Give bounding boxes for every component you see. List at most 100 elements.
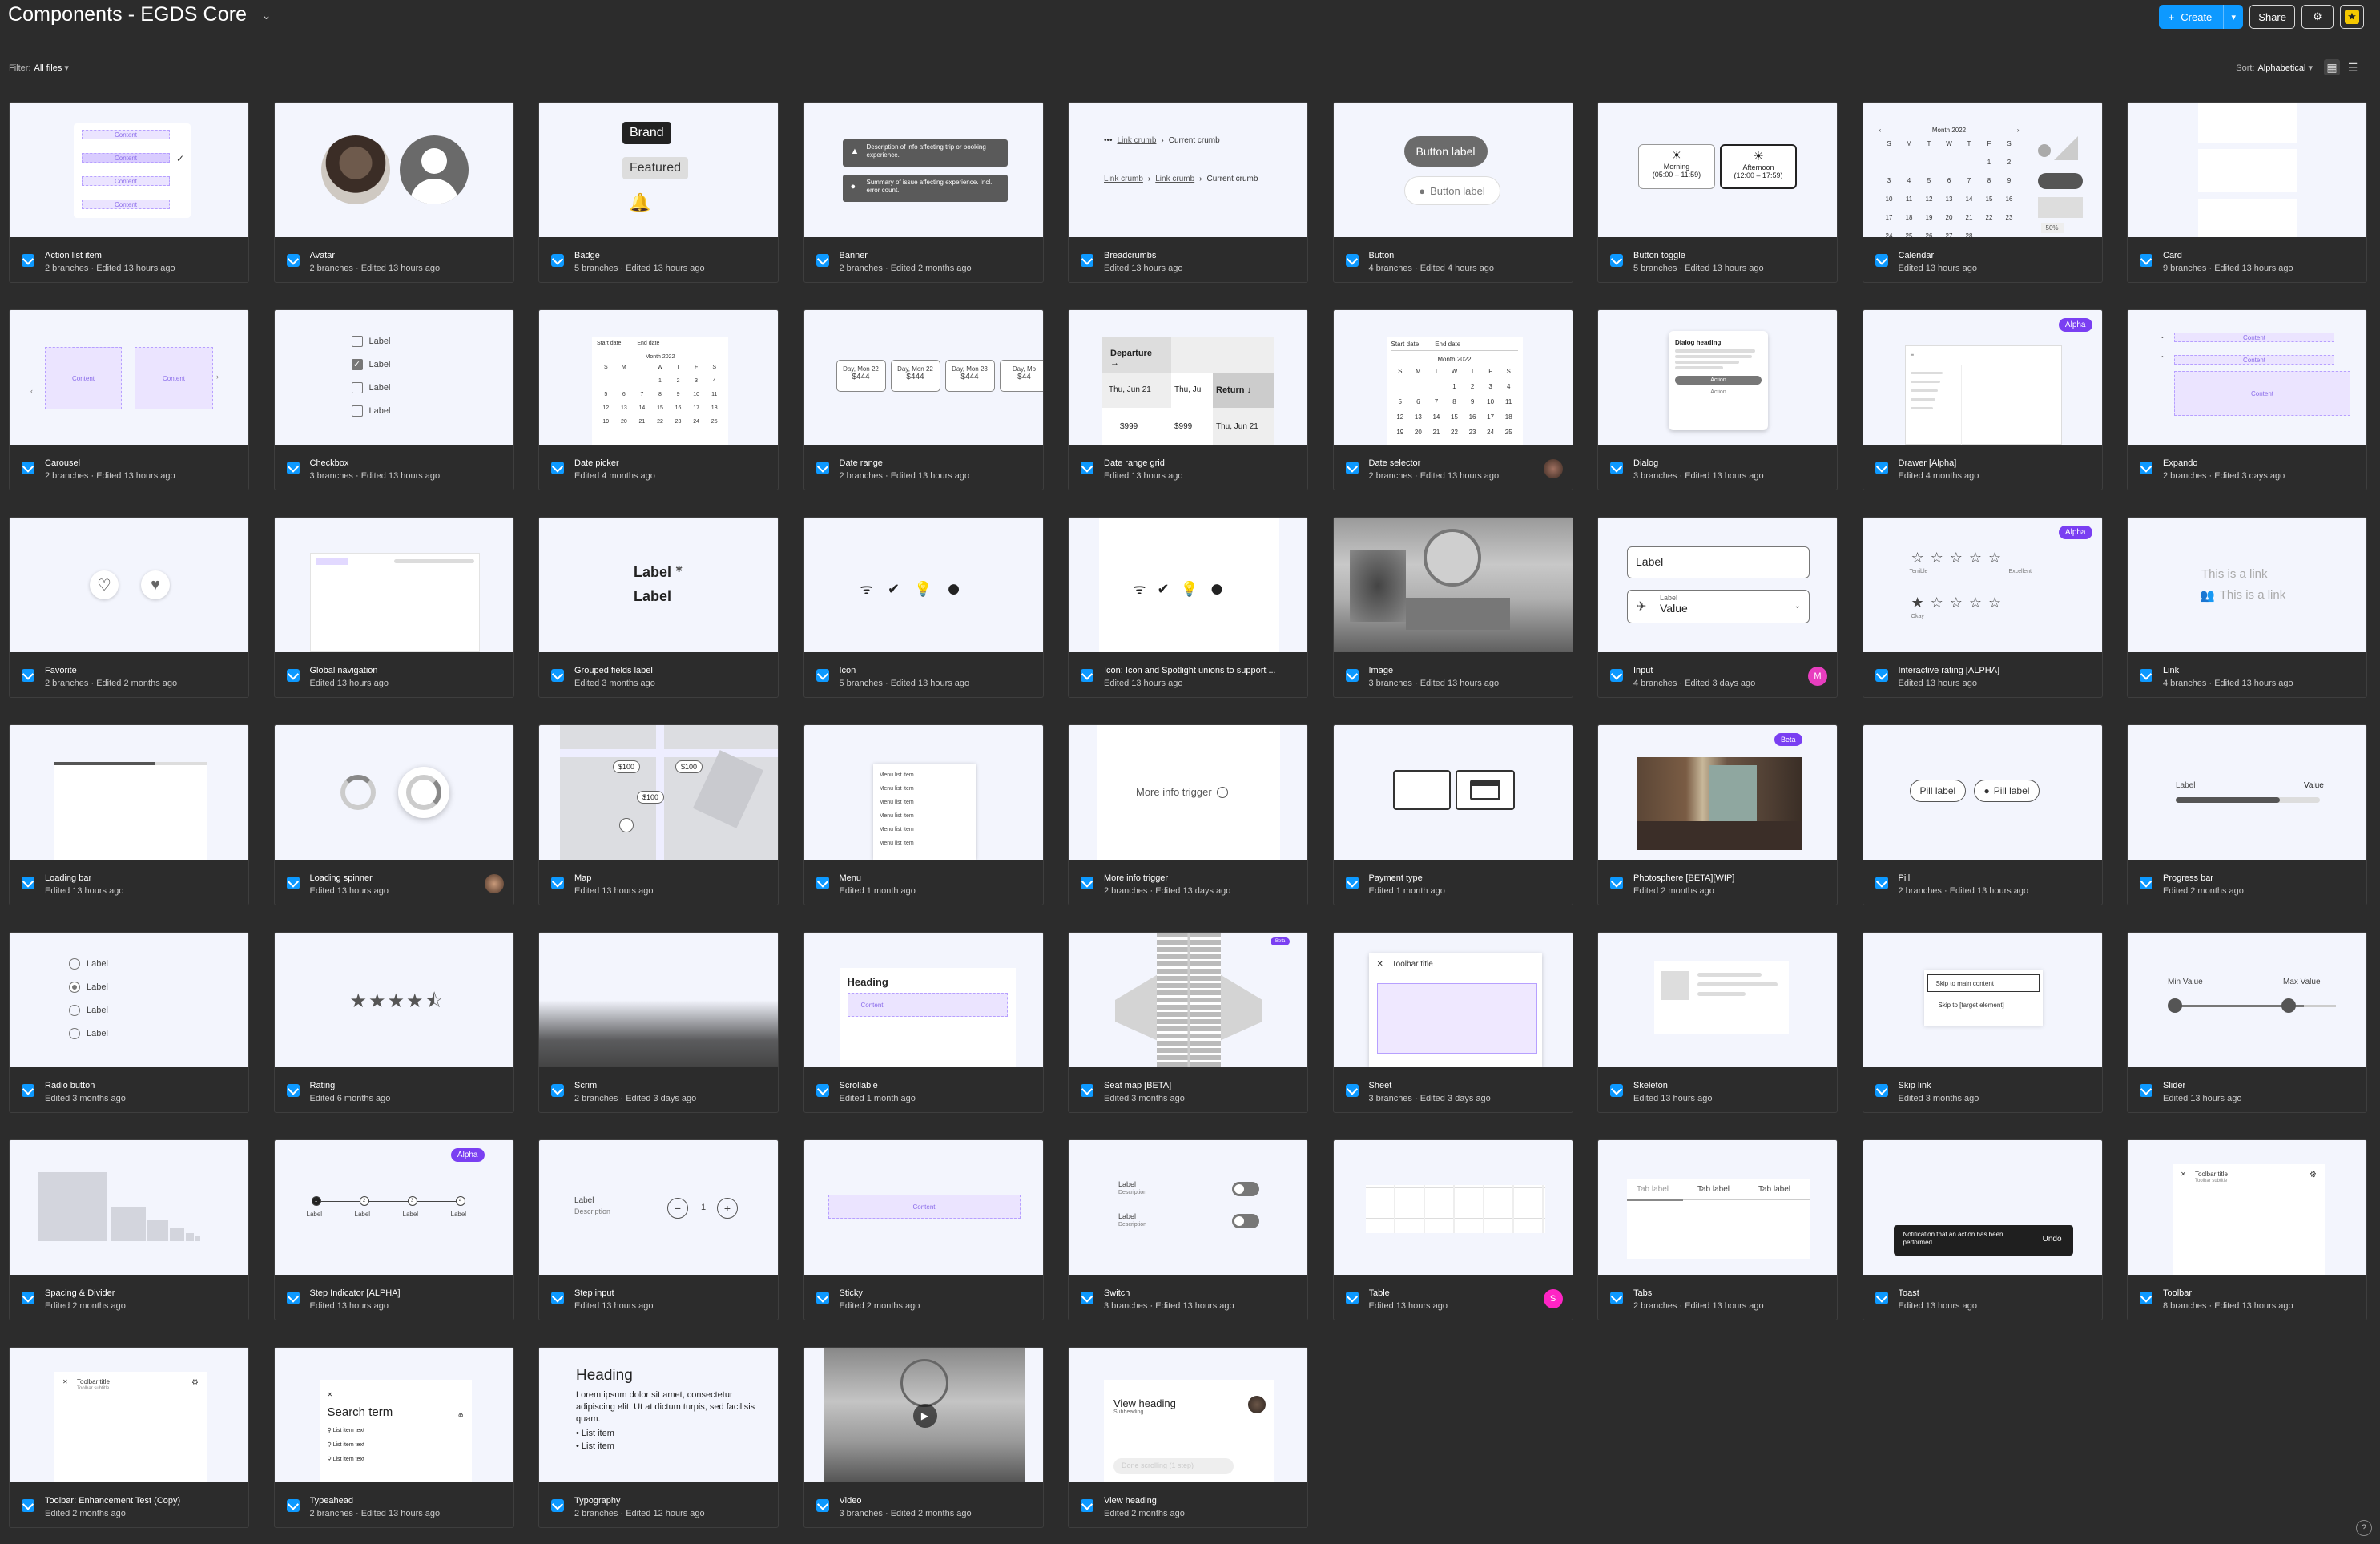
file-card[interactable]: Spacing & Divider Edited 2 months ago bbox=[9, 1139, 249, 1320]
file-card[interactable]: ••• Link crumb › Current crumb Link crumb… bbox=[1068, 102, 1308, 283]
file-card[interactable]: This is a link 👥 This is a link Link 4 bra… bbox=[2127, 517, 2367, 698]
chevron-down-icon[interactable]: ⌄ bbox=[261, 8, 272, 22]
sun-icon: ☀ bbox=[1671, 149, 1682, 163]
create-dropdown-icon[interactable]: ▾ bbox=[2224, 5, 2243, 29]
file-card[interactable]: ✕ Toolbar title Toolbar subtitle ⚙ Toolbar:… bbox=[9, 1347, 249, 1528]
create-button[interactable]: + Create ▾ bbox=[2158, 5, 2244, 29]
file-meta: Table Edited 13 hours ago S bbox=[1334, 1275, 1573, 1320]
file-card[interactable]: Global navigation Edited 13 hours ago bbox=[273, 517, 514, 698]
breadcrumb-link[interactable]: Link crumb bbox=[1118, 136, 1157, 145]
file-card[interactable]: » Payment type Edited 1 month ago bbox=[1332, 724, 1573, 905]
file-meta: Date range 2 branches · Edited 13 hours … bbox=[804, 445, 1043, 490]
file-card[interactable]: Table Edited 13 hours ago S bbox=[1332, 1139, 1573, 1320]
file-card[interactable]: Label Description − 1 + Step input Edited… bbox=[538, 1139, 779, 1320]
grid-view-icon[interactable]: ▦ bbox=[2324, 59, 2340, 75]
file-card[interactable]: ✕ Search term ⊗ ⚲ List item text ⚲ List item… bbox=[273, 1347, 514, 1528]
sort-control[interactable]: Sort: Alphabetical ▾ bbox=[2236, 62, 2313, 73]
file-card[interactable]: ✕ Toolbar title Toolbar subtitle ⚙ Toolbar … bbox=[2127, 1139, 2367, 1320]
sort-value[interactable]: Alphabetical bbox=[2257, 63, 2305, 73]
design-file-icon bbox=[1875, 669, 1888, 682]
file-card[interactable]: Brand Featured 🔔 Badge 5 branches · Edit… bbox=[538, 102, 779, 283]
file-card[interactable]: More info trigger i More info trigger 2 b… bbox=[1068, 724, 1308, 905]
favorite-star-button[interactable]: ★ bbox=[2340, 5, 2364, 29]
file-card[interactable]: Label Value Progress bar Edited 2 months … bbox=[2127, 724, 2367, 905]
file-card[interactable]: ▲ Description of info affecting trip or b… bbox=[803, 102, 1044, 283]
file-card[interactable]: Notification that an action has been per… bbox=[1862, 1139, 2103, 1320]
collaborator-avatar[interactable] bbox=[484, 874, 504, 893]
project-title[interactable]: Components - EGDS Core ⌄ bbox=[8, 3, 272, 26]
filter-value[interactable]: All files bbox=[34, 63, 62, 73]
file-card[interactable]: Min Value Max Value Slider Edited 13 hour… bbox=[2127, 932, 2367, 1113]
collaborator-avatar[interactable]: M bbox=[1808, 667, 1827, 686]
file-card[interactable]: Start date End date Month 2022 SMTWTFS123… bbox=[1332, 309, 1573, 490]
file-card[interactable]: Image 3 branches · Edited 13 hours ago bbox=[1332, 517, 1573, 698]
file-card[interactable]: Dialog heading Action Action Dialog 3 br… bbox=[1597, 309, 1838, 490]
list-view-icon[interactable]: ☰ bbox=[2345, 59, 2361, 75]
file-card[interactable]: Beta Photosphere [BETA][WIP] Edited 2 mo… bbox=[1597, 724, 1838, 905]
ellipsis-icon[interactable]: ••• bbox=[1104, 136, 1113, 145]
avatar-icon bbox=[1248, 1396, 1266, 1413]
file-card[interactable]: ⌄ Content ⌃ Content Content Expando 2 bran… bbox=[2127, 309, 2367, 490]
file-card[interactable]: Departure → Thu, Jun 21 Thu, Ju Return ↓… bbox=[1068, 309, 1308, 490]
file-card[interactable]: $100 $100 $100 ▣ Map Edited 13 hours ago bbox=[538, 724, 779, 905]
file-meta: Grouped fields label Edited 3 months ago bbox=[539, 652, 778, 697]
breadcrumb-link[interactable]: Link crumb bbox=[1104, 175, 1143, 183]
design-file-icon bbox=[22, 1499, 34, 1512]
file-card[interactable]: Label ✈ Label Value ⌄ Input 4 branches · Ed… bbox=[1597, 517, 1838, 698]
file-card[interactable]: Button label ● Button label Button 4 bran… bbox=[1332, 102, 1573, 283]
share-button[interactable]: Share bbox=[2249, 5, 2295, 29]
file-card[interactable]: Loading bar Edited 13 hours ago bbox=[9, 724, 249, 905]
file-card[interactable]: ᯤ ✔ 💡 ● Icon 5 branches · Edited 13 hours a… bbox=[803, 517, 1044, 698]
file-meta: Pill 2 branches · Edited 13 hours ago bbox=[1863, 860, 2102, 905]
file-card[interactable]: Skeleton Edited 13 hours ago bbox=[1597, 932, 1838, 1113]
file-card[interactable]: Tab label Tab label Tab label Tabs 2 branc… bbox=[1597, 1139, 1838, 1320]
file-card[interactable]: Alpha 1 Label 2 Label 3 Label 4 Label Step Indi… bbox=[273, 1139, 514, 1320]
settings-sliders-button[interactable]: ⚙ bbox=[2301, 5, 2334, 29]
design-file-icon bbox=[286, 254, 300, 267]
filter-control[interactable]: Filter: All files ▾ bbox=[9, 62, 69, 73]
file-subtitle: 5 branches · Edited 13 hours ago bbox=[839, 679, 970, 688]
file-card[interactable]: Heading Lorem ipsum dolor sit amet, conse… bbox=[538, 1347, 779, 1528]
file-card[interactable]: Card 9 branches · Edited 13 hours ago bbox=[2127, 102, 2367, 283]
file-meta: Button 4 branches · Edited 4 hours ago bbox=[1334, 237, 1573, 282]
radio-icon bbox=[69, 1005, 80, 1016]
file-card[interactable]: Heading Content Scrollable Edited 1 month… bbox=[803, 932, 1044, 1113]
file-card[interactable]: ᯤ ✔ 💡 ● Icon: Icon and Spotlight unions to … bbox=[1068, 517, 1308, 698]
file-card[interactable]: ★★★★⯪ Rating Edited 6 months ago bbox=[273, 932, 514, 1113]
wifi-icon: ᯤ bbox=[860, 581, 873, 597]
file-card[interactable]: Label ✓ Label Label Label Checkbox 3 branche… bbox=[273, 309, 514, 490]
file-card[interactable]: ‹ Content Content › Carousel 2 branches … bbox=[9, 309, 249, 490]
alpha-badge: Alpha bbox=[2058, 526, 2092, 539]
file-card[interactable]: Label ✱ Label Grouped fields label Edited… bbox=[538, 517, 779, 698]
close-icon: ✕ bbox=[2181, 1171, 2186, 1178]
file-card[interactable]: Label Label Label Label Radio button Edited… bbox=[9, 932, 249, 1113]
collaborator-avatar[interactable] bbox=[1543, 459, 1563, 478]
file-card[interactable]: Alpha ≡ Drawer [Alpha] Edited 4 months a… bbox=[1862, 309, 2103, 490]
file-card[interactable]: Alpha ☆☆☆☆☆ Terrible Excellent ★☆☆☆☆ Okay… bbox=[1862, 517, 2103, 698]
file-card[interactable]: Content Sticky Edited 2 months ago bbox=[803, 1139, 1044, 1320]
breadcrumb-link[interactable]: Link crumb bbox=[1155, 175, 1194, 183]
file-card[interactable]: Beta Seat map [BETA] Edited 3 months ago bbox=[1068, 932, 1308, 1113]
file-meta: Scrim 2 branches · Edited 3 days ago bbox=[539, 1067, 778, 1112]
file-card[interactable]: ☀ Morning (05:00 – 11:59) ☀ Afternoon (12:00 … bbox=[1597, 102, 1838, 283]
file-card[interactable]: Content Content Content Content ✓ Action li… bbox=[9, 102, 249, 283]
file-card[interactable]: Skip to main content Skip to [target elem… bbox=[1862, 932, 2103, 1113]
help-icon[interactable]: ? bbox=[2356, 1520, 2372, 1536]
file-card[interactable]: View heading Subheading Done scrolling (1 … bbox=[1068, 1347, 1308, 1528]
file-card[interactable]: ‹ Month 2022 › SMTWTFS 1 2 3 4 5 6 7 8 9 10 11 12 13 14… bbox=[1862, 102, 2103, 283]
file-card[interactable]: Day, Mon 22 $444 Day, Mon 22 $444 Day, Mon 2… bbox=[803, 309, 1044, 490]
file-card[interactable]: ▶ Video 3 branches · Edited 2 months ago bbox=[803, 1347, 1044, 1528]
file-subtitle: 2 branches · Edited 13 days ago bbox=[1104, 886, 1231, 896]
file-subtitle: 9 branches · Edited 13 hours ago bbox=[2163, 264, 2293, 273]
file-card[interactable]: Menu list item Menu list item Menu list it… bbox=[803, 724, 1044, 905]
file-card[interactable]: Scrim 2 branches · Edited 3 days ago bbox=[538, 932, 779, 1113]
file-card[interactable]: Start date End date Month 2022 SMTWTFS123… bbox=[538, 309, 779, 490]
file-card[interactable]: Avatar 2 branches · Edited 13 hours ago bbox=[273, 102, 514, 283]
file-card[interactable]: ✕ Toolbar title Sheet 3 branches · Edite… bbox=[1332, 932, 1573, 1113]
design-file-icon bbox=[2140, 462, 2152, 474]
file-card[interactable]: Loading spinner Edited 13 hours ago bbox=[273, 724, 514, 905]
collaborator-avatar[interactable]: S bbox=[1543, 1289, 1563, 1308]
file-card[interactable]: Pill label ● Pill label Pill 2 branches ·… bbox=[1862, 724, 2103, 905]
file-card[interactable]: Label Description Label Description Switch … bbox=[1068, 1139, 1308, 1320]
file-card[interactable]: ♡ ♥ Favorite 2 branches · Edited 2 month… bbox=[9, 517, 249, 698]
